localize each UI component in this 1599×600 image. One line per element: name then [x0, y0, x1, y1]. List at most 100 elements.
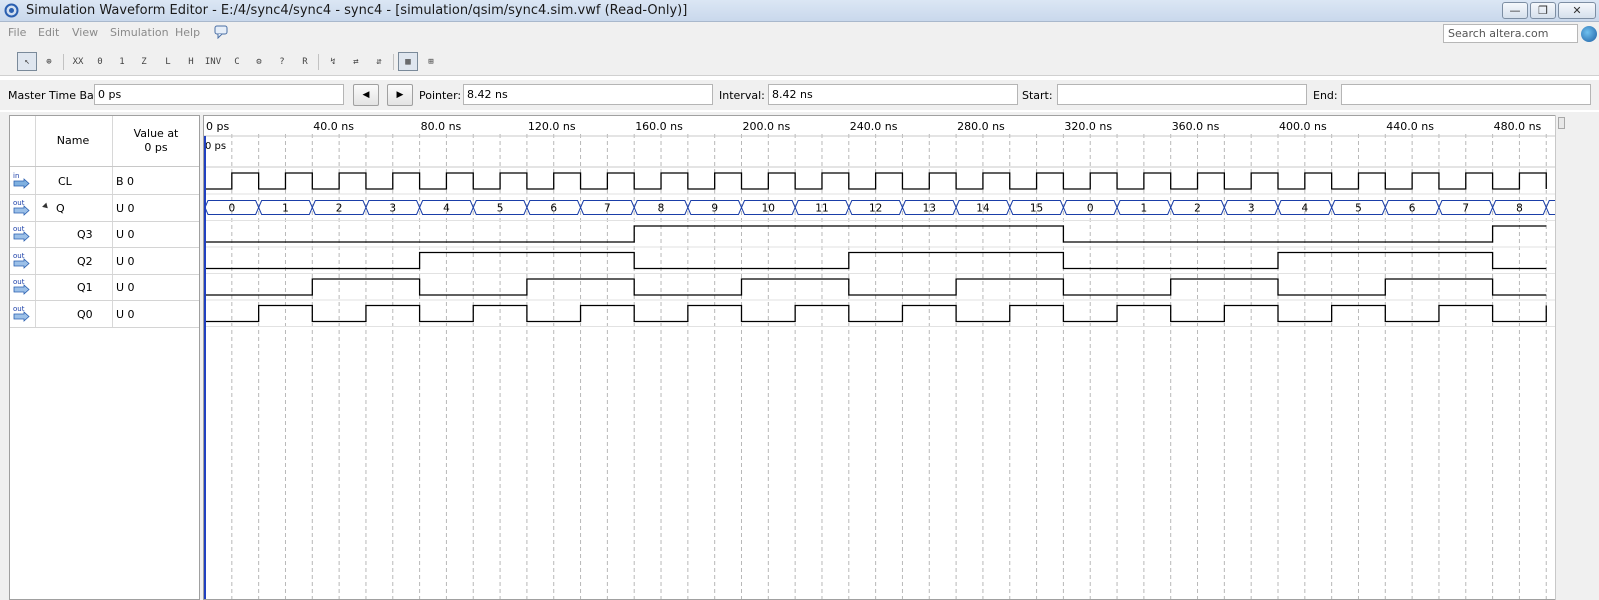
bus-value-label: 7 — [604, 203, 611, 215]
bus-value-label: 3 — [389, 203, 396, 215]
forcing-unknown-icon[interactable]: XX — [68, 52, 88, 71]
toolbar-separator — [63, 54, 64, 70]
time-ruler-tick-label: 400.0 ns — [1279, 120, 1327, 133]
previous-transition-button[interactable]: ◀ — [353, 84, 379, 106]
signal-row-cl[interactable]: in CL B 0 — [10, 168, 199, 195]
clock-icon[interactable]: C — [227, 52, 247, 71]
start-label: Start: — [1022, 89, 1053, 102]
selection-tool-icon[interactable]: ↖ — [17, 52, 37, 71]
forcing-low-icon[interactable]: 0 — [90, 52, 110, 71]
grid-toggle-icon[interactable]: ▦ — [398, 52, 418, 71]
menu-simulation[interactable]: Simulation — [110, 26, 169, 39]
signal-value: U 0 — [116, 307, 135, 321]
signal-name: Q3 — [77, 228, 93, 241]
expand-collapse-icon[interactable] — [42, 202, 50, 210]
bus-value-label: 1 — [282, 203, 289, 215]
bus-value-label: 2 — [336, 203, 343, 215]
signal-value: U 0 — [116, 281, 135, 294]
menu-view[interactable]: View — [72, 26, 98, 39]
output-pin-icon: out — [13, 199, 30, 216]
waveform-settings-icon[interactable]: ⇵ — [369, 52, 389, 71]
pin-direction-label: out — [13, 252, 25, 260]
time-ruler-tick-label: 280.0 ns — [957, 120, 1005, 133]
weak-high-icon[interactable]: H — [181, 52, 201, 71]
signal-row-q0[interactable]: out Q0 U 0 — [10, 301, 199, 328]
signal-value: U 0 — [116, 201, 135, 215]
signal-name: Q1 — [77, 281, 93, 294]
signal-row-q[interactable]: out Q U 0 — [10, 195, 199, 222]
waveform-panel[interactable]: 0 ps 40.0 ns 80.0 ns 120.0 ns 160.0 ns 200.0 … — [203, 115, 1556, 600]
menu-bar: File Edit View Simulation Help Search al… — [0, 22, 1599, 46]
time-ruler-tick-label: 120.0 ns — [528, 120, 576, 133]
signal-list-panel: Name Value at 0 ps in CL B 0 out Q U 0 out Q3 U … — [9, 115, 200, 600]
scrollbar-thumb[interactable] — [1558, 117, 1565, 129]
app-icon — [4, 3, 19, 18]
bus-value-label: 10 — [762, 203, 775, 215]
globe-icon[interactable] — [1581, 26, 1597, 42]
zoom-tool-icon[interactable]: ⊕ — [39, 52, 59, 71]
interval-field[interactable]: 8.42 ns — [768, 84, 1018, 105]
bus-value-label: 6 — [1409, 203, 1416, 215]
invert-icon[interactable]: INV — [203, 52, 223, 71]
bus-value-label: 8 — [1516, 203, 1523, 215]
bus-value-label: 12 — [869, 203, 882, 215]
time-ruler-tick-label: 160.0 ns — [635, 120, 683, 133]
next-transition-button[interactable]: ▶ — [387, 84, 413, 106]
time-ruler-tick-label: 360.0 ns — [1172, 120, 1220, 133]
pin-direction-label: in — [13, 172, 19, 180]
bus-value-label: 3 — [1248, 203, 1255, 215]
bus-value-label: 8 — [658, 203, 665, 215]
waveform-canvas[interactable]: 0 ps 40.0 ns 80.0 ns 120.0 ns 160.0 ns 200.0 … — [204, 116, 1556, 600]
toolbar-separator — [318, 54, 319, 70]
value-r-icon[interactable]: R — [295, 52, 315, 71]
menu-edit[interactable]: Edit — [38, 26, 59, 39]
time-ruler-tick-label: 40.0 ns — [313, 120, 354, 133]
bus-value-label: 5 — [497, 203, 504, 215]
window-title: Simulation Waveform Editor - E:/4/sync4/… — [26, 3, 688, 18]
time-ruler-tick-label: 80.0 ns — [421, 120, 462, 133]
end-label: End: — [1313, 89, 1338, 102]
signal-name: Q2 — [77, 254, 93, 268]
interval-label: Interval: — [719, 89, 765, 102]
bus-value-label: 7 — [1462, 203, 1469, 215]
pin-direction-label: out — [13, 305, 25, 313]
name-column-header[interactable]: Name — [37, 134, 109, 147]
snap-to-grid-icon[interactable]: ↯ — [323, 52, 343, 71]
random-values-icon[interactable]: ? — [272, 52, 292, 71]
pointer-field[interactable]: 8.42 ns — [463, 84, 713, 105]
pointer-label: Pointer: — [419, 89, 462, 102]
bus-value-label: 2 — [1194, 203, 1201, 215]
signal-row-q1[interactable]: out Q1 U 0 — [10, 274, 199, 301]
signal-value: U 0 — [116, 254, 135, 268]
search-input[interactable]: Search altera.com — [1443, 24, 1578, 43]
close-button[interactable]: ✕ — [1558, 2, 1596, 19]
minimize-button[interactable]: — — [1502, 2, 1528, 19]
output-pin-icon: out — [13, 252, 30, 269]
master-time-bar-field[interactable]: 0 ps — [94, 84, 344, 105]
bus-value-label: 11 — [815, 203, 828, 215]
maximize-button[interactable]: ❐ — [1530, 2, 1556, 19]
group-icon[interactable]: ⊞ — [421, 52, 441, 71]
menu-help[interactable]: Help — [175, 26, 200, 39]
chat-icon[interactable] — [214, 25, 228, 39]
value-column-header[interactable]: Value at 0 ps — [113, 127, 199, 155]
signal-row-q2[interactable]: out Q2 U 0 — [10, 248, 199, 275]
forcing-high-icon[interactable]: 1 — [112, 52, 132, 71]
time-ruler-tick-label: 440.0 ns — [1386, 120, 1434, 133]
sort-icon[interactable]: ⇄ — [346, 52, 366, 71]
time-ruler-tick-label: 0 ps — [206, 120, 229, 133]
bus-value-label: 0 — [1087, 203, 1094, 215]
pin-direction-label: out — [13, 199, 25, 207]
start-field[interactable] — [1057, 84, 1307, 105]
menu-file[interactable]: File — [8, 26, 26, 39]
signal-row-q3[interactable]: out Q3 U 0 — [10, 221, 199, 248]
clock-waveform — [205, 172, 1547, 190]
weak-low-icon[interactable]: L — [158, 52, 178, 71]
input-pin-icon: in — [13, 172, 30, 189]
output-pin-icon: out — [13, 305, 30, 322]
bus-value-label: 9 — [711, 203, 718, 215]
high-impedance-icon[interactable]: Z — [134, 52, 154, 71]
vertical-scrollbar[interactable] — [1555, 115, 1567, 600]
end-field[interactable] — [1341, 84, 1591, 105]
count-value-icon[interactable]: ⚙ — [249, 52, 269, 71]
